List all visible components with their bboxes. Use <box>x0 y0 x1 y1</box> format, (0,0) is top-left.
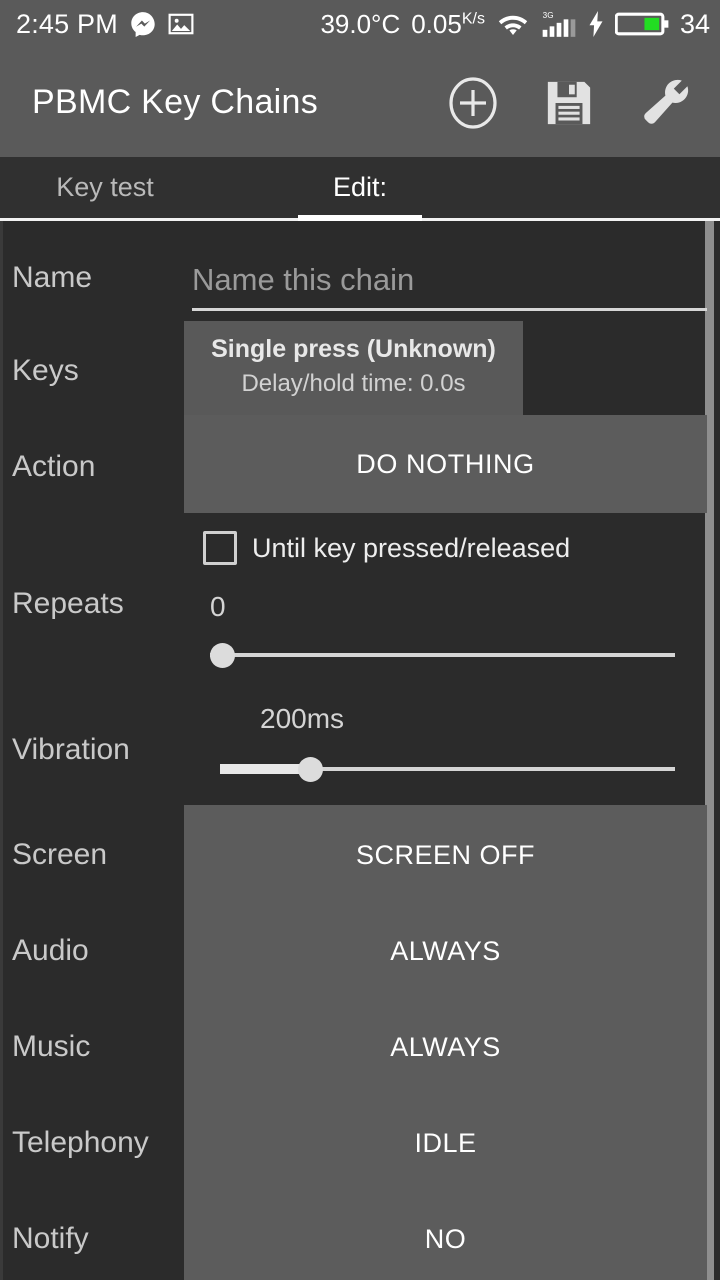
status-clock: 2:45 PM <box>16 8 118 39</box>
option-value-audio[interactable]: ALWAYS <box>184 936 707 967</box>
label-repeats: Repeats <box>12 587 124 620</box>
until-key-checkbox-label: Until key pressed/released <box>252 532 571 563</box>
save-button[interactable] <box>542 76 596 130</box>
name-input-placeholder: Name this chain <box>192 262 415 297</box>
action-select-value: DO NOTHING <box>356 448 535 479</box>
label-screen: Screen <box>12 838 108 871</box>
gallery-icon <box>168 11 194 37</box>
app-screen: 2:45 PM 39.0°C 0.05K/s 3G 34 PBMC Key Ch… <box>0 0 720 1280</box>
tab-bar: Key test Edit: <box>0 157 720 221</box>
label-keys: Keys <box>12 354 79 387</box>
label-telephony: Telephony <box>12 1126 149 1159</box>
keys-card-title: Single press (Unknown) <box>211 335 496 363</box>
action-select-button[interactable]: DO NOTHING <box>184 415 707 513</box>
until-key-checkbox[interactable] <box>203 531 237 565</box>
option-value-notify[interactable]: NO <box>184 1224 707 1255</box>
svg-text:3G: 3G <box>543 11 554 20</box>
keys-card[interactable]: Single press (Unknown) Delay/hold time: … <box>184 321 523 415</box>
add-button[interactable] <box>446 76 500 130</box>
floppy-disk-icon <box>544 78 594 128</box>
label-action: Action <box>12 450 96 483</box>
keys-card-subtitle: Delay/hold time: 0.0s <box>241 370 466 397</box>
label-audio: Audio <box>12 934 89 967</box>
status-temperature: 39.0°C <box>320 8 401 39</box>
until-key-checkbox-row[interactable]: Until key pressed/released <box>203 531 570 565</box>
vibration-value: 200ms <box>260 703 345 734</box>
status-network-speed: 0.05K/s <box>411 8 485 39</box>
status-bar-right: 39.0°C 0.05K/s 3G 34 <box>320 9 710 40</box>
vibration-slider-thumb[interactable] <box>298 757 323 782</box>
label-notify: Notify <box>12 1222 89 1255</box>
status-bar: 2:45 PM 39.0°C 0.05K/s 3G 34 <box>0 0 720 48</box>
vibration-slider[interactable] <box>220 749 675 789</box>
repeats-slider-thumb[interactable] <box>210 643 235 668</box>
battery-percent: 34 <box>679 8 710 39</box>
tab-key-test[interactable]: Key test <box>0 157 250 218</box>
messenger-icon <box>130 11 156 37</box>
wrench-icon <box>639 77 691 129</box>
repeats-slider[interactable] <box>210 635 675 675</box>
wifi-icon <box>496 11 530 37</box>
option-value-screen[interactable]: SCREEN OFF <box>184 840 707 871</box>
signal-bars-icon: 3G <box>541 10 577 38</box>
repeats-slider-track <box>210 653 675 657</box>
battery-icon <box>614 10 669 38</box>
title-bar-actions <box>446 76 720 130</box>
settings-button[interactable] <box>638 76 692 130</box>
repeats-value: 0 <box>210 591 226 622</box>
app-title-bar: PBMC Key Chains <box>0 48 720 157</box>
charging-bolt-icon <box>588 11 604 37</box>
label-name: Name <box>12 261 93 294</box>
tab-edit[interactable]: Edit: <box>298 157 422 218</box>
option-value-music[interactable]: ALWAYS <box>184 1032 707 1063</box>
name-input[interactable]: Name this chain <box>192 255 707 311</box>
label-vibration: Vibration <box>12 733 130 766</box>
left-edge-divider <box>0 221 3 1280</box>
option-value-telephony[interactable]: IDLE <box>184 1128 707 1159</box>
plus-circle-icon <box>447 76 499 129</box>
status-bar-left: 2:45 PM <box>0 9 194 40</box>
label-music: Music <box>12 1030 91 1063</box>
edit-form: Name Name this chain Keys Single press (… <box>0 221 720 1280</box>
page-title: PBMC Key Chains <box>32 83 319 121</box>
